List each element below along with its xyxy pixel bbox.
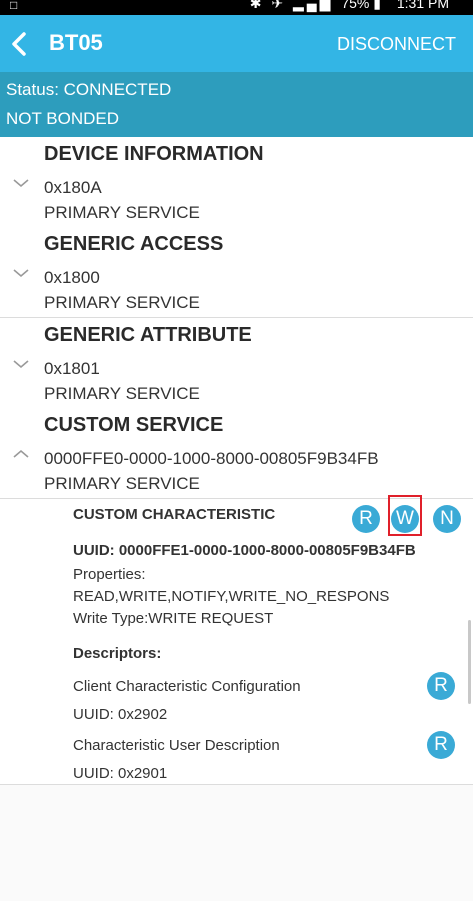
connection-status: Status: CONNECTED: [6, 80, 172, 99]
write-button-highlight: [388, 495, 422, 536]
chevron-down-icon: [13, 360, 29, 369]
chevron-down-icon: [13, 269, 29, 278]
descriptor-name: Characteristic User Description: [73, 737, 280, 754]
clock: 1:31 PM: [396, 0, 449, 11]
descriptor-name: Client Characteristic Configuration: [73, 678, 301, 695]
service-row-generic-attribute[interactable]: GENERIC ATTRIBUTE 0x1801 PRIMARY SERVICE: [0, 318, 473, 409]
service-type: PRIMARY SERVICE: [44, 293, 200, 312]
back-arrow-icon[interactable]: [8, 30, 32, 58]
properties-value: READ,WRITE,NOTIFY,WRITE_NO_RESPONS: [73, 588, 390, 605]
service-row-generic-access[interactable]: GENERIC ACCESS 0x1800 PRIMARY SERVICE: [0, 227, 473, 318]
chevron-up-icon: [13, 449, 29, 458]
bluetooth-wifi-signal-icons: ✱ ✈ ▂▄▆: [249, 0, 334, 11]
service-uuid: 0000FFE0-0000-1000-8000-00805F9B34FB: [44, 449, 379, 468]
system-status-bar: □ ✱ ✈ ▂▄▆ 75% ▮ 1:31 PM: [0, 0, 473, 15]
characteristic-uuid: UUID: 0000FFE1-0000-1000-8000-00805F9B34…: [73, 542, 416, 559]
scrollbar[interactable]: [468, 620, 471, 704]
notify-button[interactable]: N: [433, 505, 461, 533]
battery-icon: ▮: [373, 0, 381, 11]
disconnect-button[interactable]: DISCONNECT: [337, 33, 456, 55]
bond-status: NOT BONDED: [6, 109, 120, 128]
service-type: PRIMARY SERVICE: [44, 203, 200, 222]
service-type: PRIMARY SERVICE: [44, 384, 200, 403]
characteristic-name: CUSTOM CHARACTERISTIC: [73, 506, 276, 523]
notification-icon: □: [10, 0, 18, 12]
descriptors-label: Descriptors:: [73, 645, 162, 662]
read-button[interactable]: R: [352, 505, 380, 533]
service-type: PRIMARY SERVICE: [44, 474, 200, 493]
battery-level: 75%: [341, 0, 370, 11]
descriptor-uuid: UUID: 0x2901: [73, 765, 168, 782]
descriptor-uuid: UUID: 0x2902: [73, 706, 168, 723]
service-name: GENERIC ACCESS: [44, 233, 224, 255]
connection-status-panel: Status: CONNECTED NOT BONDED: [0, 72, 473, 137]
app-bar: BT05 DISCONNECT: [0, 15, 473, 72]
write-type: Write Type:WRITE REQUEST: [73, 610, 274, 627]
chevron-down-icon: [13, 179, 29, 188]
descriptor-read-button[interactable]: R: [427, 672, 455, 700]
descriptor-read-button[interactable]: R: [427, 731, 455, 759]
service-name: DEVICE INFORMATION: [44, 143, 264, 165]
service-uuid: 0x1800: [44, 268, 100, 287]
service-uuid: 0x180A: [44, 178, 102, 197]
characteristic-panel: CUSTOM CHARACTERISTIC UUID: 0000FFE1-000…: [0, 499, 473, 785]
service-name: GENERIC ATTRIBUTE: [44, 324, 252, 346]
service-row-device-information[interactable]: DEVICE INFORMATION 0x180A PRIMARY SERVIC…: [0, 137, 473, 228]
device-title: BT05: [49, 30, 103, 55]
service-uuid: 0x1801: [44, 359, 100, 378]
service-name: CUSTOM SERVICE: [44, 414, 224, 436]
status-bar-right: ✱ ✈ ▂▄▆ 75% ▮ 1:31 PM: [250, 0, 449, 11]
properties-label: Properties:: [73, 566, 146, 583]
service-row-custom-service[interactable]: CUSTOM SERVICE 0000FFE0-0000-1000-8000-0…: [0, 408, 473, 499]
